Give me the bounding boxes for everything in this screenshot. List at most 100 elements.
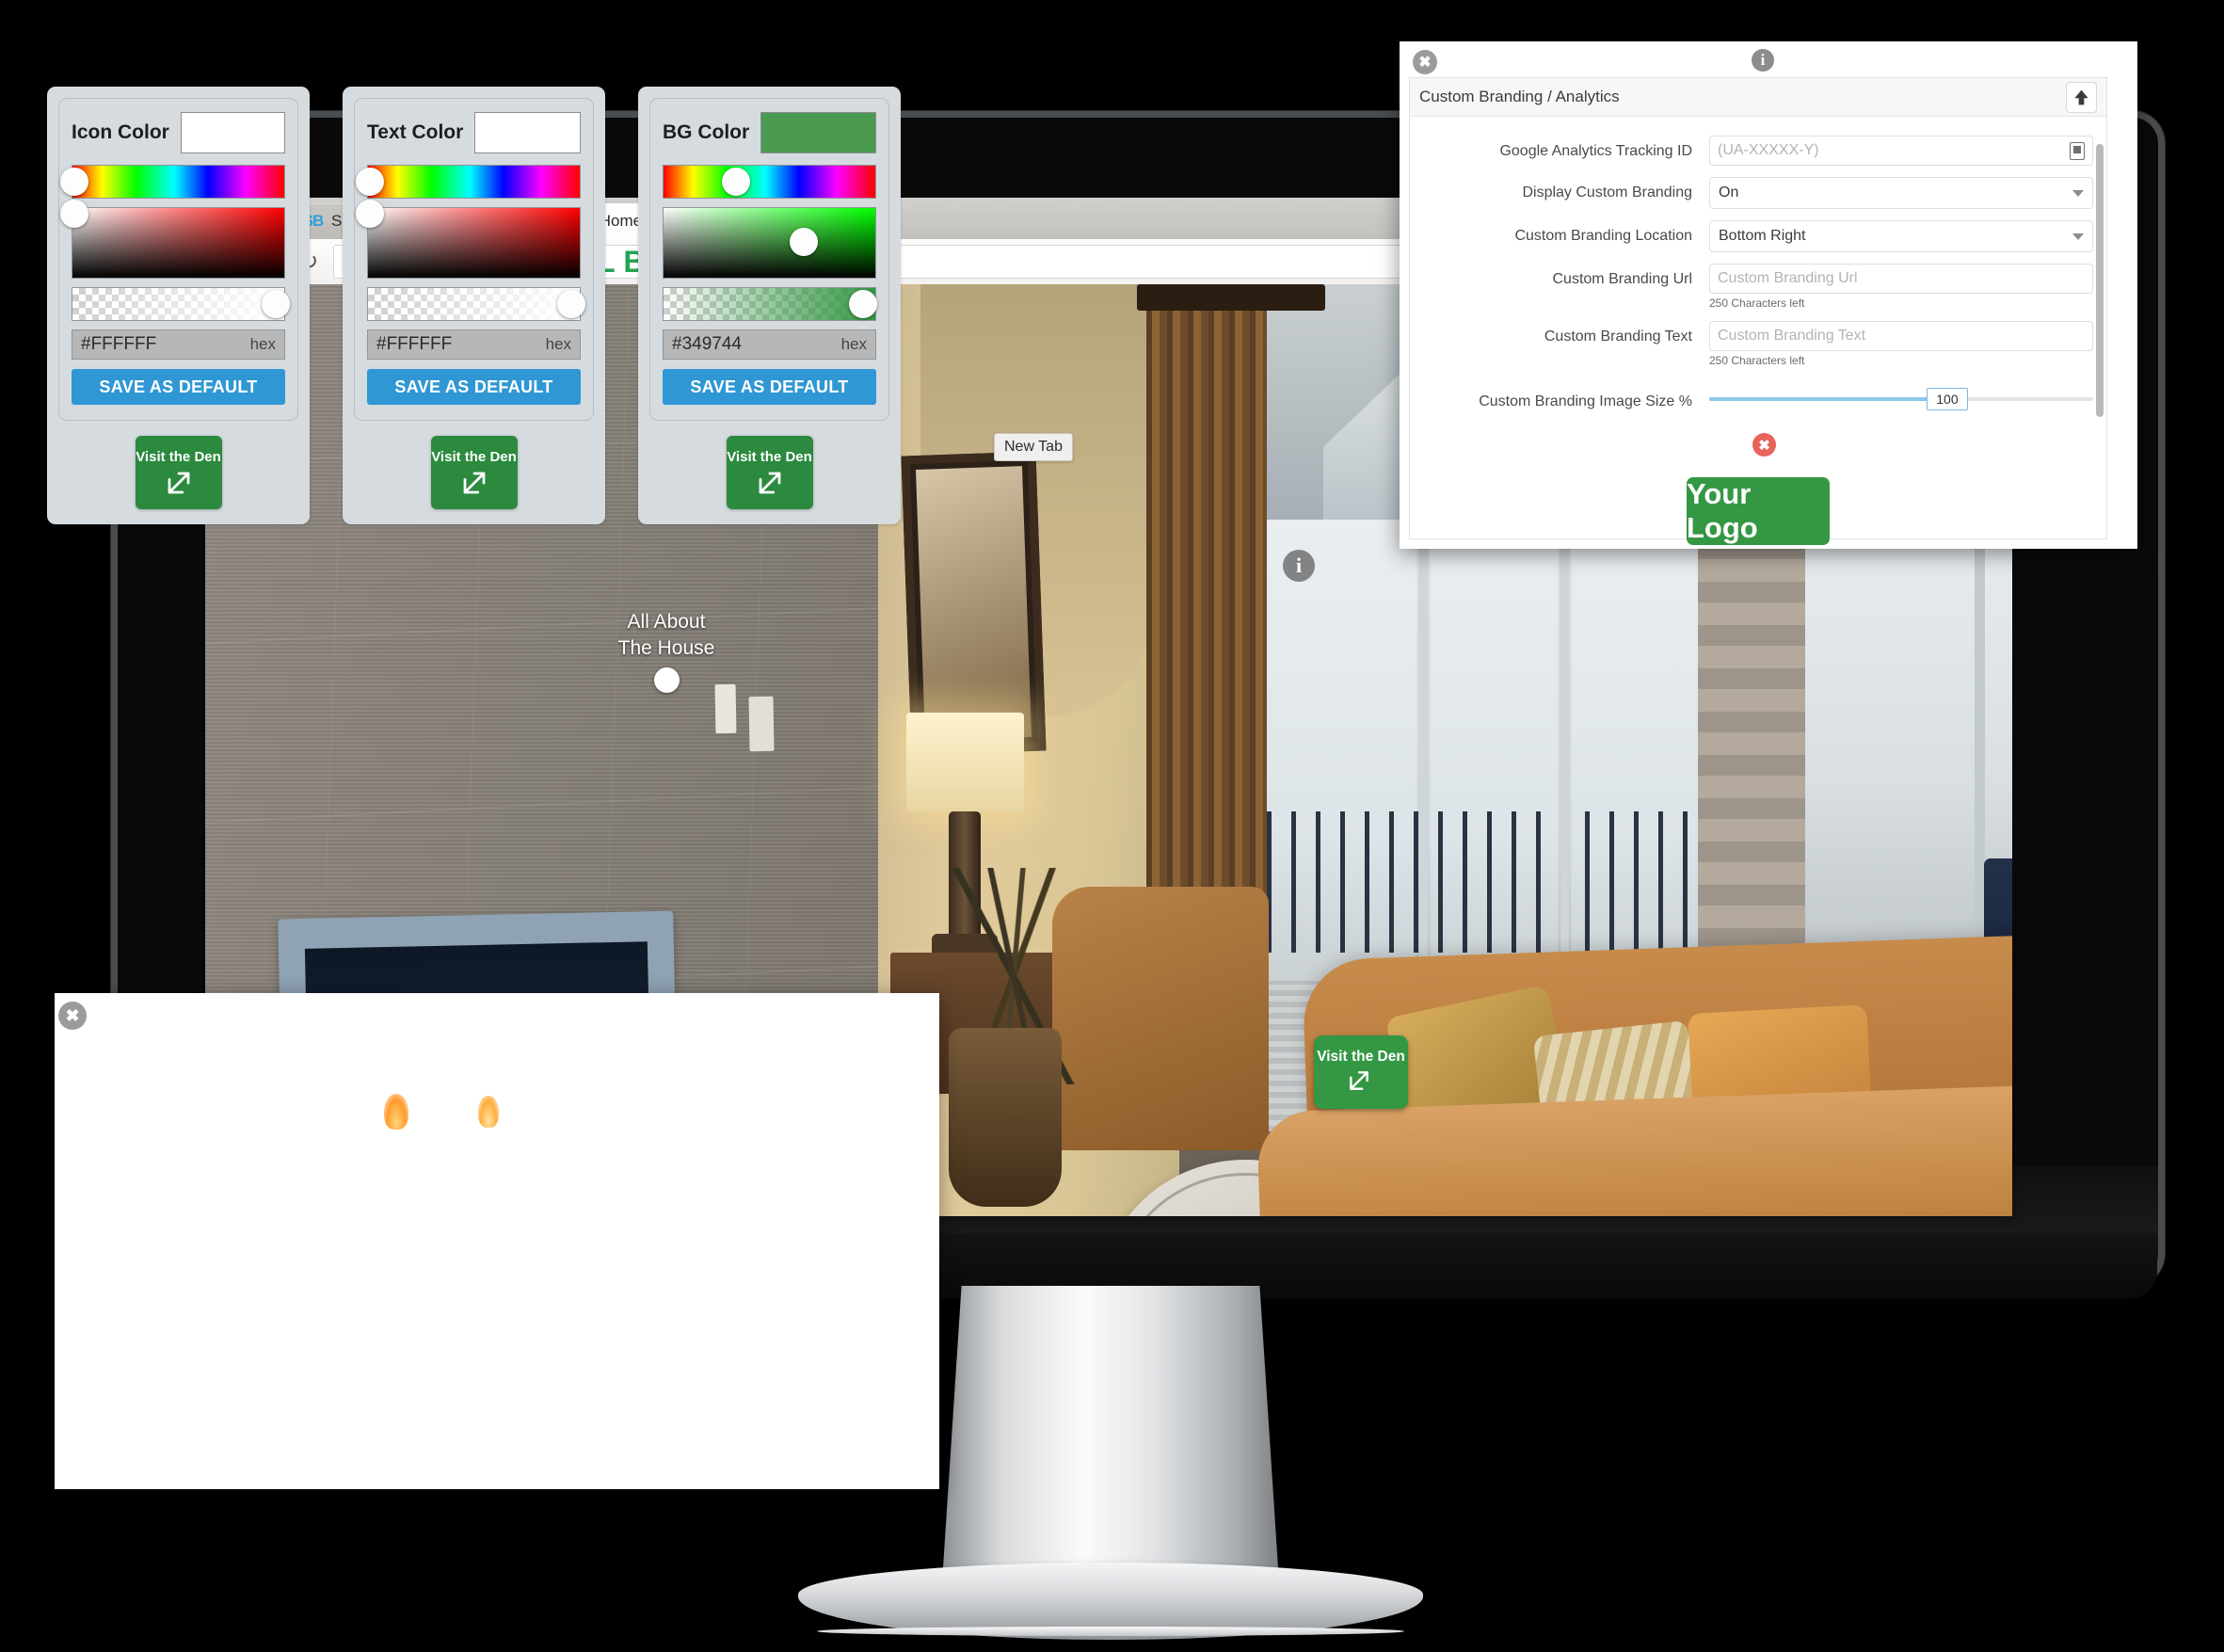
external-link-icon xyxy=(1347,1068,1375,1097)
branding-image-size-slider[interactable]: 100 xyxy=(1709,386,2093,412)
color-swatch[interactable] xyxy=(474,112,581,153)
field-row-custom-branding-url: Custom Branding Url Custom Branding Url … xyxy=(1410,258,2106,315)
save-as-default-button[interactable]: SAVE AS DEFAULT xyxy=(663,369,876,405)
field-label: Display Custom Branding xyxy=(1522,184,1692,200)
preview-label: Visit the Den xyxy=(136,448,221,465)
dialog-scrollbar[interactable] xyxy=(2096,144,2104,417)
custom-branding-url-input[interactable]: Custom Branding Url xyxy=(1709,264,2093,294)
alpha-slider[interactable] xyxy=(72,287,290,321)
external-link-icon xyxy=(756,469,784,497)
field-row-display-custom-branding: Display Custom Branding On xyxy=(1410,171,2106,215)
hue-slider[interactable] xyxy=(60,165,285,199)
external-link-icon xyxy=(460,469,488,497)
hex-input[interactable]: #FFFFFF hex xyxy=(72,329,285,360)
hex-unit-label: hex xyxy=(249,335,276,353)
saturation-area[interactable] xyxy=(663,207,876,279)
hotspot-dot-icon[interactable] xyxy=(653,667,680,694)
custom-branding-location-select[interactable]: Bottom Right xyxy=(1709,220,2093,252)
saturation-area[interactable] xyxy=(60,199,285,279)
preview-label: Visit the Den xyxy=(431,448,517,465)
characters-left-hint: 250 Characters left xyxy=(1709,297,1805,310)
close-icon[interactable]: ✖ xyxy=(1413,50,1437,74)
chevron-down-icon xyxy=(2072,233,2084,240)
hex-input[interactable]: #FFFFFF hex xyxy=(367,329,581,360)
monitor-stand-neck xyxy=(941,1286,1280,1596)
hue-knob[interactable] xyxy=(356,168,385,196)
dialog-header: Custom Branding / Analytics xyxy=(1410,78,2106,117)
custom-branding-text-input[interactable]: Custom Branding Text xyxy=(1709,321,2093,351)
info-icon[interactable]: i xyxy=(1283,550,1315,582)
color-swatch[interactable] xyxy=(180,112,285,153)
input-placeholder: Custom Branding Url xyxy=(1718,270,1858,286)
hue-slider[interactable] xyxy=(356,165,581,199)
pano-lamp-shade xyxy=(906,713,1024,811)
color-card-icon-color: Icon Color #FFFFFF hex SAVE AS DEFAULT V… xyxy=(47,87,310,524)
chevron-down-icon xyxy=(2072,189,2084,197)
external-link-icon xyxy=(165,469,193,497)
hue-slider[interactable] xyxy=(663,165,876,199)
field-row-custom-branding-location: Custom Branding Location Bottom Right xyxy=(1410,215,2106,258)
dialog-title: Custom Branding / Analytics xyxy=(1419,88,1620,105)
color-card-text-color: Text Color #FFFFFF hex SAVE AS DEFAULT V… xyxy=(343,87,605,524)
monitor-stand-base xyxy=(798,1563,1423,1640)
preview-visit-the-den-button[interactable]: Visit the Den xyxy=(430,436,518,509)
hotspot-label-line1: All About xyxy=(627,611,706,633)
hotspot-visit-the-den[interactable]: Visit the Den xyxy=(1314,1035,1408,1109)
dialog-titlebar: ✖ i xyxy=(1400,41,2137,81)
hex-input[interactable]: #349744 hex xyxy=(663,329,876,360)
hotspot-label: Visit the Den xyxy=(1317,1048,1405,1065)
pano-planter-pot xyxy=(949,1028,1062,1207)
input-placeholder: (UA-XXXXX-Y) xyxy=(1718,142,1819,158)
field-row-ga-tracking-id: Google Analytics Tracking ID (UA-XXXXX-Y… xyxy=(1410,130,2106,171)
color-card-label: BG Color xyxy=(663,121,750,143)
copy-icon[interactable] xyxy=(2070,141,2085,160)
saturation-knob[interactable] xyxy=(789,227,818,256)
field-row-custom-branding-text: Custom Branding Text Custom Branding Tex… xyxy=(1410,315,2106,373)
color-card-label: Icon Color xyxy=(72,121,169,143)
field-label: Google Analytics Tracking ID xyxy=(1499,143,1692,159)
preview-visit-the-den-button[interactable]: Visit the Den xyxy=(726,436,813,509)
alpha-knob[interactable] xyxy=(262,290,290,318)
color-picker-cards: Icon Color #FFFFFF hex SAVE AS DEFAULT V… xyxy=(47,87,901,524)
hex-unit-label: hex xyxy=(840,335,867,353)
ga-tracking-id-input[interactable]: (UA-XXXXX-Y) xyxy=(1709,136,2093,166)
alpha-slider[interactable] xyxy=(663,287,877,321)
input-placeholder: Custom Branding Text xyxy=(1718,328,1866,344)
hue-knob[interactable] xyxy=(721,168,750,196)
alpha-slider[interactable] xyxy=(367,287,585,321)
upload-icon[interactable] xyxy=(2066,81,2097,113)
select-value: Bottom Right xyxy=(1719,228,1806,244)
slider-fill xyxy=(1709,397,1947,401)
save-as-default-button[interactable]: SAVE AS DEFAULT xyxy=(367,369,581,405)
pano-curtain-rod xyxy=(1137,284,1325,311)
color-card-label: Text Color xyxy=(367,121,464,143)
saturation-knob[interactable] xyxy=(356,199,385,228)
preview-label: Visit the Den xyxy=(727,448,812,465)
remove-image-icon[interactable]: ✖ xyxy=(1752,433,1776,457)
display-custom-branding-select[interactable]: On xyxy=(1709,177,2093,209)
color-picker-panel xyxy=(55,993,939,1489)
alpha-knob[interactable] xyxy=(848,290,877,318)
saturation-knob[interactable] xyxy=(60,199,89,228)
dialog-body: Custom Branding / Analytics Google Analy… xyxy=(1409,77,2107,545)
color-swatch[interactable] xyxy=(760,112,876,153)
alpha-knob[interactable] xyxy=(557,290,585,318)
hue-knob[interactable] xyxy=(60,168,89,196)
save-as-default-button[interactable]: SAVE AS DEFAULT xyxy=(72,369,285,405)
pano-flame xyxy=(478,1096,499,1128)
pano-wall-switch xyxy=(748,696,775,752)
hotspot-all-about-the-house[interactable]: All About The House xyxy=(563,609,770,694)
hex-value: #FFFFFF xyxy=(376,334,453,354)
close-icon[interactable]: ✖ xyxy=(58,1002,87,1030)
preview-visit-the-den-button[interactable]: Visit the Den xyxy=(135,436,222,509)
field-row-branding-image-size: Custom Branding Image Size % 100 xyxy=(1410,373,2106,418)
pano-framed-picture xyxy=(901,451,1047,756)
hex-unit-label: hex xyxy=(545,335,571,353)
info-icon[interactable]: i xyxy=(1752,49,1774,72)
hex-value: #349744 xyxy=(672,334,742,354)
logo-preview: Your Logo xyxy=(1687,477,1830,545)
saturation-area[interactable] xyxy=(356,199,581,279)
slider-value-bubble[interactable]: 100 xyxy=(1926,388,1968,410)
characters-left-hint: 250 Characters left xyxy=(1709,354,1805,367)
select-value: On xyxy=(1719,184,1739,200)
